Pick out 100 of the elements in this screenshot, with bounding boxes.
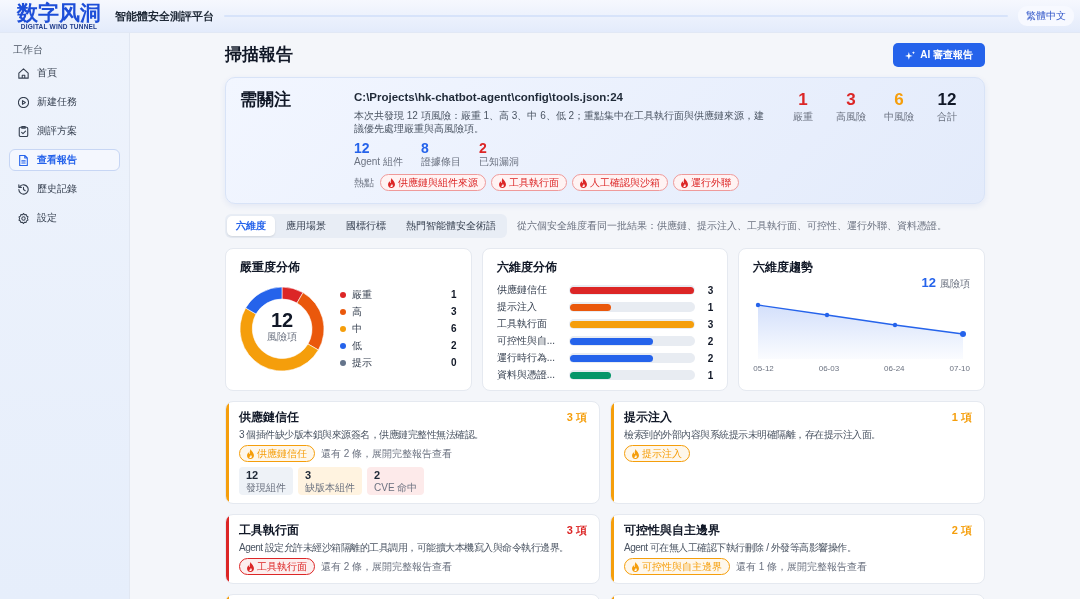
nav-item[interactable]: 測評方案	[9, 120, 120, 142]
stat-value: 1	[797, 90, 809, 110]
tabs-note: 從六個安全維度看同一批結果：供應鏈、提示注入、工具執行面、可控性、運行外聯、資料憑證。	[517, 219, 947, 233]
language-button[interactable]: 繁體中文	[1018, 6, 1074, 26]
nav-item[interactable]: 設定	[9, 207, 120, 229]
donut-total: 12	[270, 309, 294, 331]
legend-count: 6	[451, 323, 457, 335]
finding-count: 3 項	[566, 410, 587, 425]
hotspot-label: 供應鏈與組件來源	[398, 175, 478, 190]
legend-label: 低	[352, 340, 363, 352]
metric-value: 8	[420, 141, 430, 156]
bar-label: 運行時行為...	[496, 351, 556, 365]
flame-icon	[632, 561, 639, 572]
data-point	[825, 312, 830, 318]
stat-label: 嚴重	[792, 111, 814, 123]
flame-icon	[681, 177, 688, 188]
bar-label: 可控性與自...	[496, 334, 556, 348]
ai-review-button[interactable]: AI 審查報告	[893, 43, 985, 67]
legend-count: 0	[451, 357, 457, 369]
tile-value: 2	[374, 469, 382, 482]
flame-icon	[499, 177, 506, 188]
x-axis-label: 06-24	[884, 364, 905, 374]
finding-text: 檢索到的外部內容與系統提示未明確隔離，存在提示注入面。	[624, 428, 882, 441]
stat-label: 合計	[936, 111, 958, 123]
bar-label: 提示注入	[496, 300, 538, 314]
legend-count: 2	[451, 340, 457, 352]
tab[interactable]: 熱門智能體安全術語	[397, 216, 505, 236]
legend-label: 嚴重	[352, 289, 373, 301]
stat-label: 高風險	[835, 111, 867, 123]
bar-label: 供應鏈信任	[496, 283, 548, 297]
platform-title: 智能體安全測評平台	[115, 8, 214, 24]
finding-title: 供應鏈信任	[239, 409, 299, 426]
page-title: 掃描報告	[225, 44, 293, 66]
tile-label: 缺版本組件	[305, 482, 355, 494]
finding-count: 3 項	[566, 523, 587, 538]
more-note: 還有 2 條，展開完整報告查看	[321, 559, 453, 574]
metric-label: 已知漏洞	[478, 156, 519, 168]
finding-title: 可控性與自主邊界	[624, 522, 720, 539]
finding-chip-label: 可控性與自主邊界	[642, 559, 722, 574]
metric-label: 證據條目	[420, 156, 461, 168]
nav-item[interactable]: 查看報告	[9, 149, 120, 171]
finding-count: 1 項	[951, 410, 972, 425]
legend-label: 提示	[352, 357, 373, 369]
finding-chip-label: 工具執行面	[257, 559, 307, 574]
bar-value: 3	[706, 284, 714, 296]
more-note: 還有 2 條，展開完整報告查看	[321, 446, 453, 461]
legend-label: 高	[352, 306, 363, 318]
chart-title: 嚴重度分佈	[240, 259, 301, 275]
history-icon	[18, 183, 29, 195]
file-path: C:\Projects\hk-chatbot-agent\config\tools.json:24	[354, 90, 624, 105]
more-note: 還有 1 條，展開完整報告查看	[736, 559, 868, 574]
tile-value: 12	[246, 469, 260, 482]
tab[interactable]: 國標行標	[337, 216, 395, 236]
finding-title: 工具執行面	[239, 522, 299, 539]
donut-total-label: 風險項	[267, 331, 297, 343]
legend-label: 中	[352, 323, 363, 335]
data-point	[960, 331, 967, 337]
metric-value: 12	[354, 141, 371, 156]
nav-item[interactable]: 歷史記錄	[9, 178, 120, 200]
clipboard-icon	[18, 125, 29, 137]
flame-icon	[580, 177, 587, 188]
flame-icon	[388, 177, 395, 188]
bar-value: 1	[706, 369, 714, 381]
bar-label: 工具執行面	[496, 317, 548, 331]
trend-total: 12	[921, 275, 936, 290]
bar-label: 資料與憑證...	[496, 368, 556, 382]
hotspot-label: 運行外聯	[691, 175, 731, 190]
tile-value: 3	[305, 469, 313, 482]
x-axis-label: 07-10	[949, 364, 970, 374]
play-icon	[18, 96, 29, 108]
hotspot-heading: 熱點	[354, 175, 374, 190]
finding-text: Agent 設定允許未經沙箱隔離的工具調用，可能擴大本機寫入與命令執行邊界。	[239, 541, 570, 554]
legend-count: 3	[451, 306, 457, 318]
nav-item[interactable]: 新建任務	[9, 91, 120, 113]
bar-value: 3	[706, 318, 714, 330]
tile-label: CVE 命中	[374, 482, 418, 494]
legend-count: 1	[451, 289, 457, 301]
tab[interactable]: 六維度	[227, 216, 275, 236]
flame-icon	[632, 448, 639, 459]
chart-title: 六維度分佈	[496, 259, 558, 275]
status-heading: 需關注	[240, 90, 292, 111]
finding-text: 3 個插件缺少版本鎖與來源簽名，供應鏈完整性無法確認。	[239, 428, 485, 441]
flame-icon	[247, 561, 254, 572]
home-icon	[18, 67, 29, 79]
bar-value: 1	[706, 301, 714, 313]
bar-value: 2	[706, 352, 714, 364]
chart-title: 六維度趨勢	[753, 259, 815, 275]
finding-count: 2 項	[951, 523, 972, 538]
hotspot-label: 人工確認與沙箱	[590, 175, 660, 190]
flame-icon	[247, 448, 254, 459]
sparkle-icon	[905, 50, 916, 60]
x-axis-label: 05-12	[753, 364, 774, 374]
nav-item[interactable]: 首頁	[9, 62, 120, 84]
data-point	[893, 322, 898, 328]
hotspot-label: 工具執行面	[509, 175, 559, 190]
stat-value: 3	[845, 90, 857, 110]
metric-value: 2	[478, 141, 488, 156]
finding-chip-label: 供應鏈信任	[257, 446, 307, 461]
bar-value: 2	[706, 335, 714, 347]
tab[interactable]: 應用場景	[277, 216, 335, 236]
